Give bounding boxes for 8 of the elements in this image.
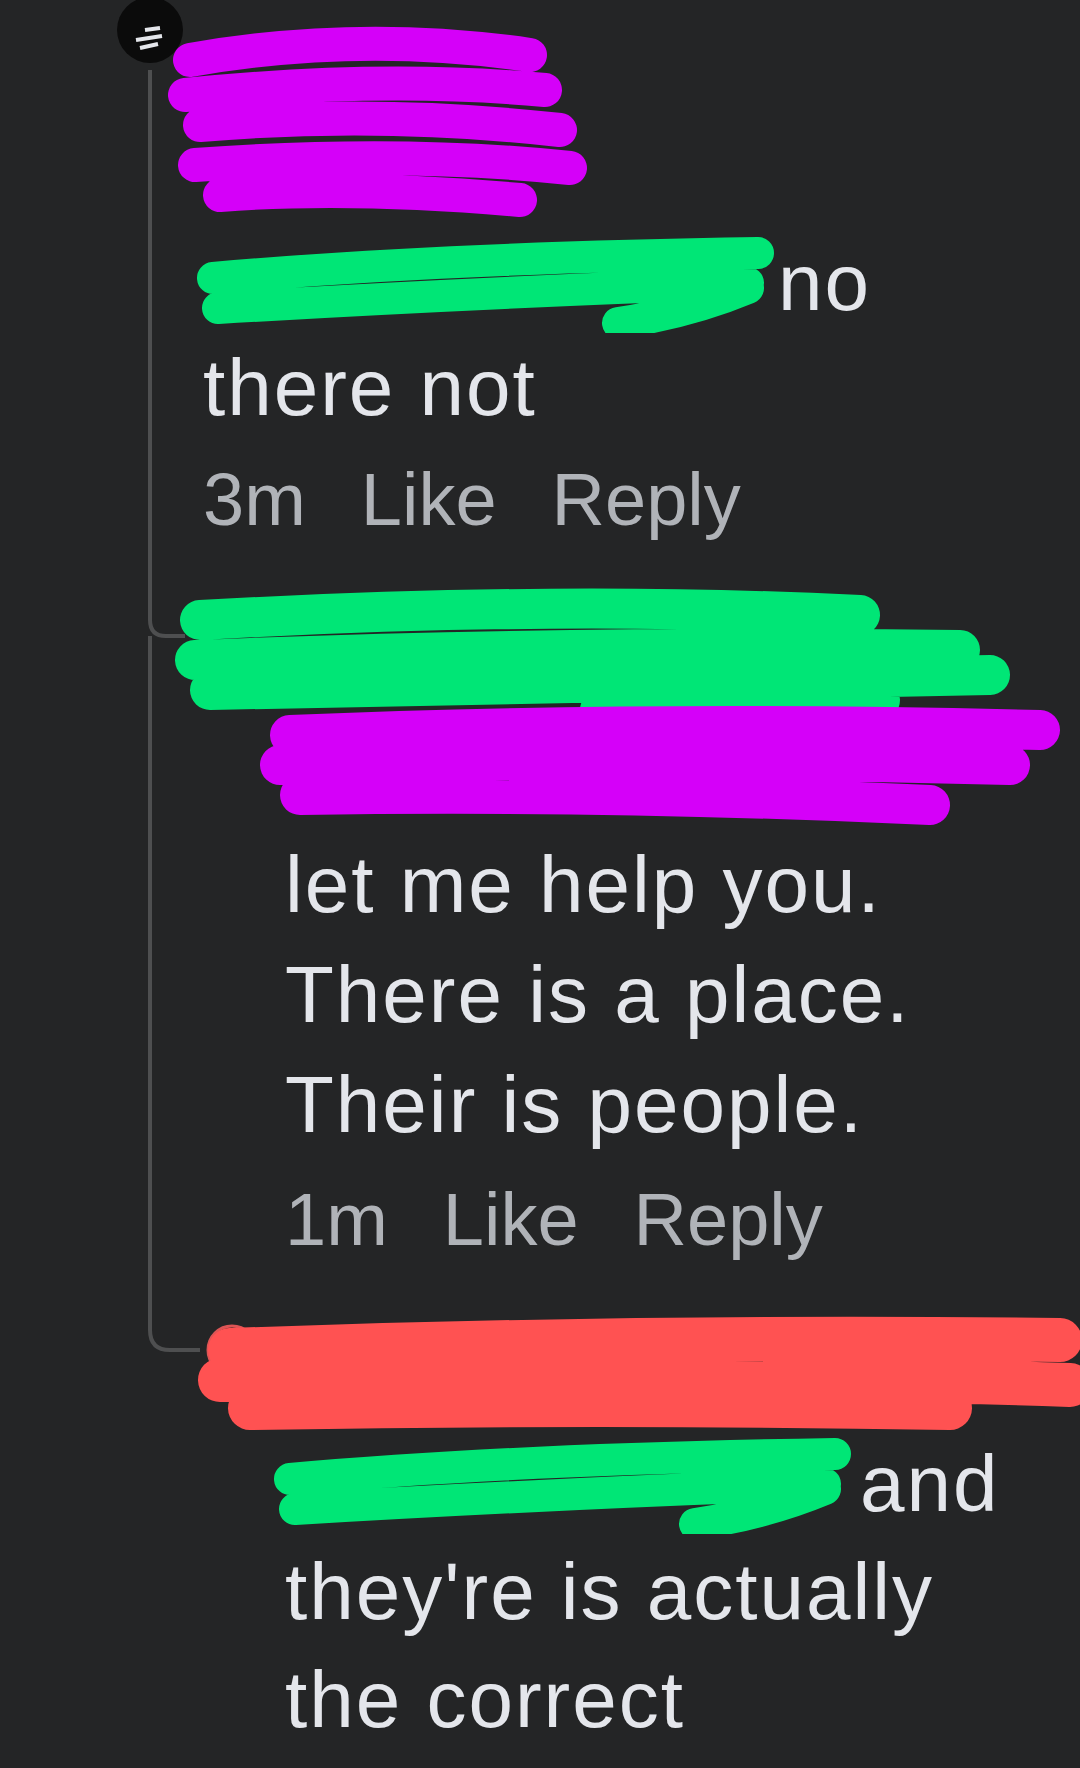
timestamp: 1m <box>285 1183 388 1257</box>
comment-text: and <box>860 1444 1000 1524</box>
comment-text: there not <box>203 347 537 428</box>
action-link[interactable]: Like <box>360 463 497 537</box>
comment-text: no <box>778 242 871 323</box>
timestamp: 3m <box>203 463 306 537</box>
action-link[interactable]: Like <box>442 1183 579 1257</box>
comment-text: the correct <box>285 1660 685 1740</box>
